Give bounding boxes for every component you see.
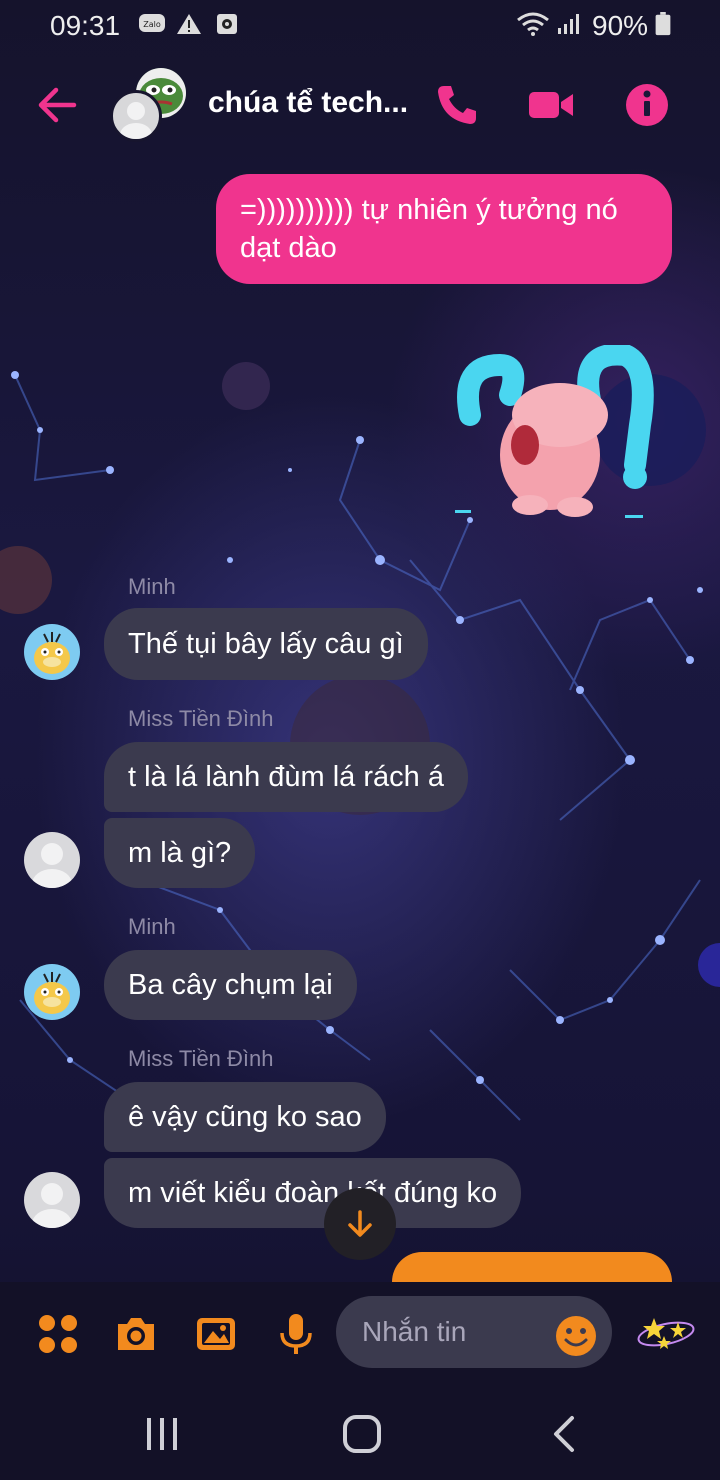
message-text: m là gì? xyxy=(128,836,232,869)
avatar-minh[interactable] xyxy=(24,964,80,1020)
arrow-down-icon xyxy=(348,1210,372,1237)
screen-record-icon xyxy=(217,14,237,34)
message-input-placeholder: Nhắn tin xyxy=(362,1316,467,1347)
gallery-icon[interactable] xyxy=(194,1312,238,1356)
system-navigation-bar xyxy=(0,1382,720,1480)
chat-header: chúa tể tech... xyxy=(0,60,720,150)
sender-name: Miss Tiền Đình xyxy=(128,706,274,731)
message-text: Thế tụi bây lấy câu gì xyxy=(128,627,404,660)
message-text: Ba cây chụm lại xyxy=(128,968,333,1001)
battery-level: 90% xyxy=(592,10,649,41)
home-icon[interactable] xyxy=(342,1414,382,1454)
message-incoming[interactable]: t là lá lành đùm lá rách á xyxy=(104,742,468,812)
sender-name: Miss Tiền Đình xyxy=(128,1046,274,1071)
back-icon[interactable] xyxy=(550,1414,578,1454)
apps-icon[interactable] xyxy=(36,1312,80,1356)
emoji-icon[interactable] xyxy=(554,1314,598,1358)
signal-icon xyxy=(558,14,579,34)
message-composer: Nhắn tin xyxy=(0,1282,720,1382)
person-icon xyxy=(32,843,72,888)
message-text: ê vậy cũng ko sao xyxy=(128,1100,362,1133)
battery-icon xyxy=(655,12,671,36)
phone-icon[interactable] xyxy=(432,80,482,130)
zalo-icon: Zalo xyxy=(139,14,165,32)
avatar-miss-tien-dinh[interactable] xyxy=(24,832,80,888)
svg-text:Zalo: Zalo xyxy=(143,20,161,29)
message-incoming[interactable]: m viết kiểu đoàn kết đúng ko xyxy=(104,1158,522,1228)
psyduck-icon xyxy=(34,972,70,1014)
wifi-icon xyxy=(517,12,549,36)
message-incoming[interactable]: ê vậy cũng ko sao xyxy=(104,1082,386,1152)
message-outgoing[interactable]: =)))))))))) tự nhiên ý tưởng nó dạt dào xyxy=(216,174,672,284)
message-text: t là lá lành đùm lá rách á xyxy=(128,760,444,793)
crying-pig-sticker[interactable] xyxy=(450,345,660,525)
stars-sticker-icon[interactable] xyxy=(634,1310,698,1356)
avatar-minh[interactable] xyxy=(24,624,80,680)
message-incoming[interactable]: Thế tụi bây lấy câu gì xyxy=(104,608,428,680)
status-time: 09:31 xyxy=(50,10,121,41)
camera-icon[interactable] xyxy=(114,1312,158,1356)
message-text: =)))))))))) tự nhiên ý tưởng nó dạt dào xyxy=(240,194,618,264)
message-incoming[interactable]: Ba cây chụm lại xyxy=(104,950,357,1020)
psyduck-icon xyxy=(34,632,70,674)
default-avatar xyxy=(110,90,162,142)
microphone-icon[interactable] xyxy=(274,1312,318,1356)
sender-name: Minh xyxy=(128,914,176,939)
person-icon xyxy=(32,1183,72,1228)
recents-icon[interactable] xyxy=(144,1414,180,1454)
message-incoming[interactable]: m là gì? xyxy=(104,818,256,888)
person-icon xyxy=(120,102,152,139)
group-avatar[interactable] xyxy=(110,68,190,148)
message-text: m viết kiểu đoàn kết đúng ko xyxy=(128,1176,498,1209)
chat-title[interactable]: chúa tể tech... xyxy=(208,86,408,120)
scroll-to-bottom-button[interactable] xyxy=(324,1188,396,1260)
info-icon[interactable] xyxy=(622,80,672,130)
status-bar: 09:31 Zalo 90% xyxy=(0,0,720,50)
avatar-miss-tien-dinh[interactable] xyxy=(24,1172,80,1228)
video-camera-icon[interactable] xyxy=(526,80,576,130)
sender-name: Minh xyxy=(128,574,176,599)
back-arrow-icon[interactable] xyxy=(34,82,80,128)
warning-icon xyxy=(177,14,201,34)
